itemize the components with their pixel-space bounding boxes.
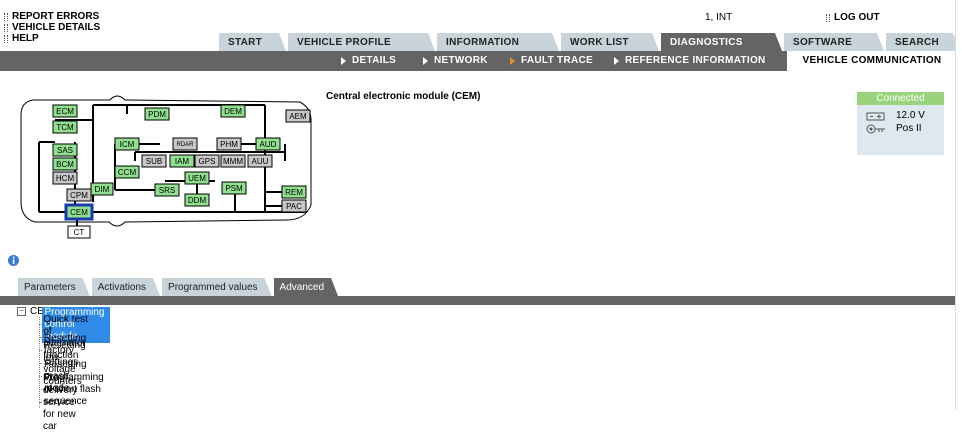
tab-programmed-values[interactable]: Programmed values [162,278,271,296]
arrow-right-icon [510,57,515,65]
module-label: DIM [95,185,110,194]
module-label: PHM [220,140,238,149]
tree-item-pre-delivery-service[interactable]: Pre-delivery service for new car [39,373,84,432]
tab-search[interactable]: SEARCH [886,33,960,51]
top-menu: REPORT ERRORS VEHICLE DETAILS HELP [4,11,100,44]
subtab-vehicle-communication[interactable]: VEHICLE COMMUNICATION [787,51,957,71]
tab-diagnostics[interactable]: DIAGNOSTICS [661,33,782,51]
module-label: BCM [56,160,74,169]
tab-software[interactable]: SOFTWARE [784,33,884,51]
tab-parameters[interactable]: Parameters [18,278,90,296]
report-errors-link[interactable]: REPORT ERRORS [4,11,100,22]
ignition-value: Pos II [896,123,922,134]
arrow-right-icon [423,57,428,65]
module-label: SAS [57,146,73,155]
module-label: CPM [70,191,88,200]
module-label: SUB [146,157,162,166]
module-label: CT [74,228,85,237]
network-diagram: ECM TCM SAS BCM HCM CPM CEM CT DIM PDM D… [20,95,312,239]
subtab-network[interactable]: NETWORK [423,51,488,71]
module-label: REM [285,188,303,197]
connection-status: Connected [857,92,944,105]
module-label: CEM [70,208,88,217]
grip-icon [4,23,8,32]
module-label: RDAR [176,142,194,148]
module-label: CCM [118,168,137,177]
module-label: HCM [56,174,75,183]
tab-advanced[interactable]: Advanced [274,278,338,296]
module-label: AUD [260,140,277,149]
tab-information[interactable]: INFORMATION [437,33,559,51]
lower-tabs: Parameters Activations Programmed values… [18,278,338,296]
user-id: 1, INT [705,12,733,23]
module-label: ICM [120,140,135,149]
connection-panel: Connected 12.0 V Pos II [857,92,944,155]
grip-icon [4,34,8,43]
module-label: AUU [252,157,269,166]
grip-icon [826,13,830,22]
module-title: Central electronic module (CEM) [326,91,481,102]
module-label: TCM [56,123,74,132]
subtab-details[interactable]: DETAILS [341,51,396,71]
logout-link[interactable]: LOG OUT [826,12,880,23]
module-label: PAC [286,202,302,211]
lower-tab-bar [0,296,955,305]
tab-activations[interactable]: Activations [92,278,160,296]
module-label: SRS [159,186,175,195]
module-label: IAM [175,157,190,166]
vehicle-details-link[interactable]: VEHICLE DETAILS [4,22,100,33]
ignition-key-icon [866,124,885,133]
module-label: UEM [188,174,206,183]
module-label: DEM [224,107,242,116]
info-icon[interactable] [7,254,20,267]
help-link[interactable]: HELP [4,33,100,44]
voltage-value: 12.0 V [896,110,925,121]
module-label: AEM [289,112,307,121]
module-nodes [52,104,311,239]
module-label: PSM [225,184,243,193]
module-label: MMM [223,157,243,166]
collapse-icon[interactable]: − [17,306,26,316]
module-label: GPS [199,157,216,166]
arrow-right-icon [614,57,619,65]
window-edge [955,0,962,410]
subtab-fault-trace[interactable]: FAULT TRACE [510,51,593,71]
main-tabs: START VEHICLE PROFILE INFORMATION WORK L… [219,33,960,51]
module-label: PDM [148,110,166,119]
tab-start[interactable]: START [219,33,286,51]
grip-icon [4,12,8,21]
arrow-right-icon [341,57,346,65]
tab-vehicle-profile[interactable]: VEHICLE PROFILE [288,33,435,51]
ignition-row: Pos II [857,122,944,135]
module-label: DDM [188,196,207,205]
battery-icon [866,112,885,120]
subtab-reference-information[interactable]: REFERENCE INFORMATION [614,51,766,71]
tab-work-list[interactable]: WORK LIST [561,33,659,51]
module-label: ECM [56,107,74,116]
voltage-row: 12.0 V [857,109,944,122]
